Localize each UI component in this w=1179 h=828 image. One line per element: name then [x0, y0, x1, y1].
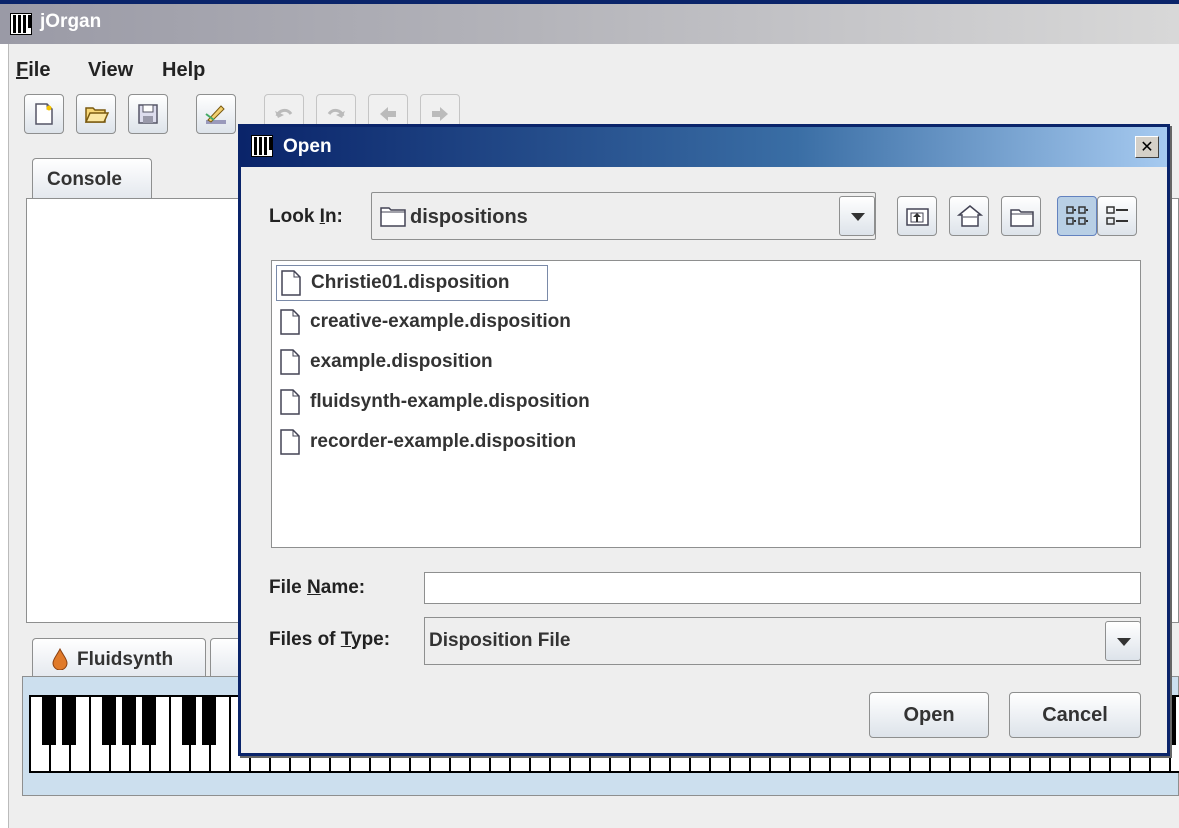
back-icon	[380, 107, 396, 121]
forward-icon	[432, 107, 448, 121]
file-name: fluidsynth-example.disposition	[310, 391, 590, 412]
new-folder-icon	[1010, 209, 1034, 227]
black-key[interactable]	[142, 695, 156, 745]
black-key[interactable]	[202, 695, 216, 745]
new-icon	[35, 103, 53, 125]
dialog-titlebar[interactable]: Open ✕	[241, 127, 1167, 167]
file-list[interactable]: Christie01.disposition creative-example.d…	[271, 260, 1141, 548]
look-in-label: Look In:	[269, 206, 343, 227]
file-icon	[280, 429, 300, 455]
black-key[interactable]	[102, 695, 116, 745]
tab-console[interactable]: Console	[32, 158, 152, 198]
open-button[interactable]	[76, 94, 116, 134]
up-folder-icon	[906, 208, 929, 226]
files-of-type-value: Disposition File	[429, 630, 571, 651]
file-icon	[281, 270, 301, 296]
black-key[interactable]	[122, 695, 136, 745]
tab-fluidsynth[interactable]: Fluidsynth	[32, 638, 206, 678]
save-button[interactable]	[128, 94, 168, 134]
file-name-label: File Name:	[269, 577, 366, 598]
file-name: recorder-example.disposition	[310, 431, 577, 452]
organ-app-icon	[10, 13, 32, 35]
file-icon	[280, 349, 300, 375]
file-name: Christie01.disposition	[311, 272, 510, 293]
look-in-dropdown-arrow[interactable]	[839, 196, 875, 236]
files-of-type-combo[interactable]: Disposition File	[424, 617, 1141, 665]
black-key[interactable]	[62, 695, 76, 745]
file-icon	[280, 389, 300, 415]
chevron-down-icon	[851, 213, 865, 221]
cancel-button[interactable]: Cancel	[1009, 692, 1141, 738]
close-button[interactable]: ✕	[1135, 136, 1159, 158]
details-view-button[interactable]	[1097, 196, 1137, 236]
file-list-item[interactable]: fluidsynth-example.disposition	[276, 385, 696, 419]
window-title: jOrgan	[40, 11, 102, 32]
file-name: creative-example.disposition	[310, 311, 571, 332]
configure-icon	[205, 105, 226, 124]
redo-icon	[327, 108, 345, 118]
list-view-icon	[1066, 206, 1088, 225]
look-in-combo[interactable]: dispositions	[371, 192, 876, 240]
configure-button[interactable]	[196, 94, 236, 134]
open-dialog: Open ✕ Look In: dispositions Christie01.…	[238, 124, 1170, 756]
new-button[interactable]	[24, 94, 64, 134]
black-key[interactable]	[42, 695, 56, 745]
file-icon	[280, 309, 300, 335]
menu-file[interactable]: File	[16, 59, 50, 82]
open-folder-icon	[84, 107, 110, 123]
file-name-input[interactable]	[424, 572, 1141, 604]
file-list-item[interactable]: example.disposition	[276, 345, 696, 379]
chevron-down-icon	[1117, 638, 1131, 646]
list-view-button[interactable]	[1057, 196, 1097, 236]
tab-fluidsynth-label: Fluidsynth	[77, 649, 174, 670]
details-view-icon	[1106, 206, 1128, 225]
undo-icon	[275, 108, 293, 118]
file-list-item[interactable]: Christie01.disposition	[276, 265, 548, 301]
up-one-level-button[interactable]	[897, 196, 937, 236]
files-of-type-label: Files of Type:	[269, 629, 391, 650]
menu-bar: File View Help	[0, 44, 1179, 84]
files-of-type-dropdown-arrow[interactable]	[1105, 621, 1141, 661]
folder-icon	[380, 207, 406, 227]
dialog-title: Open	[283, 136, 332, 157]
status-bar	[22, 798, 1179, 828]
file-list-item[interactable]: recorder-example.disposition	[276, 425, 696, 459]
new-folder-button[interactable]	[1001, 196, 1041, 236]
organ-app-icon	[251, 135, 273, 157]
file-list-item[interactable]: creative-example.disposition	[276, 305, 696, 339]
open-button[interactable]: Open	[869, 692, 989, 738]
black-key[interactable]	[182, 695, 196, 745]
home-icon	[957, 205, 983, 227]
window-left-edge	[0, 44, 9, 828]
menu-view[interactable]: View	[88, 59, 133, 82]
fluidsynth-drop-icon	[52, 648, 68, 670]
home-button[interactable]	[949, 196, 989, 236]
main-titlebar[interactable]: jOrgan	[0, 0, 1179, 44]
file-name: example.disposition	[310, 351, 493, 372]
save-icon	[138, 104, 158, 124]
menu-help[interactable]: Help	[162, 59, 205, 82]
look-in-value: dispositions	[410, 206, 528, 228]
